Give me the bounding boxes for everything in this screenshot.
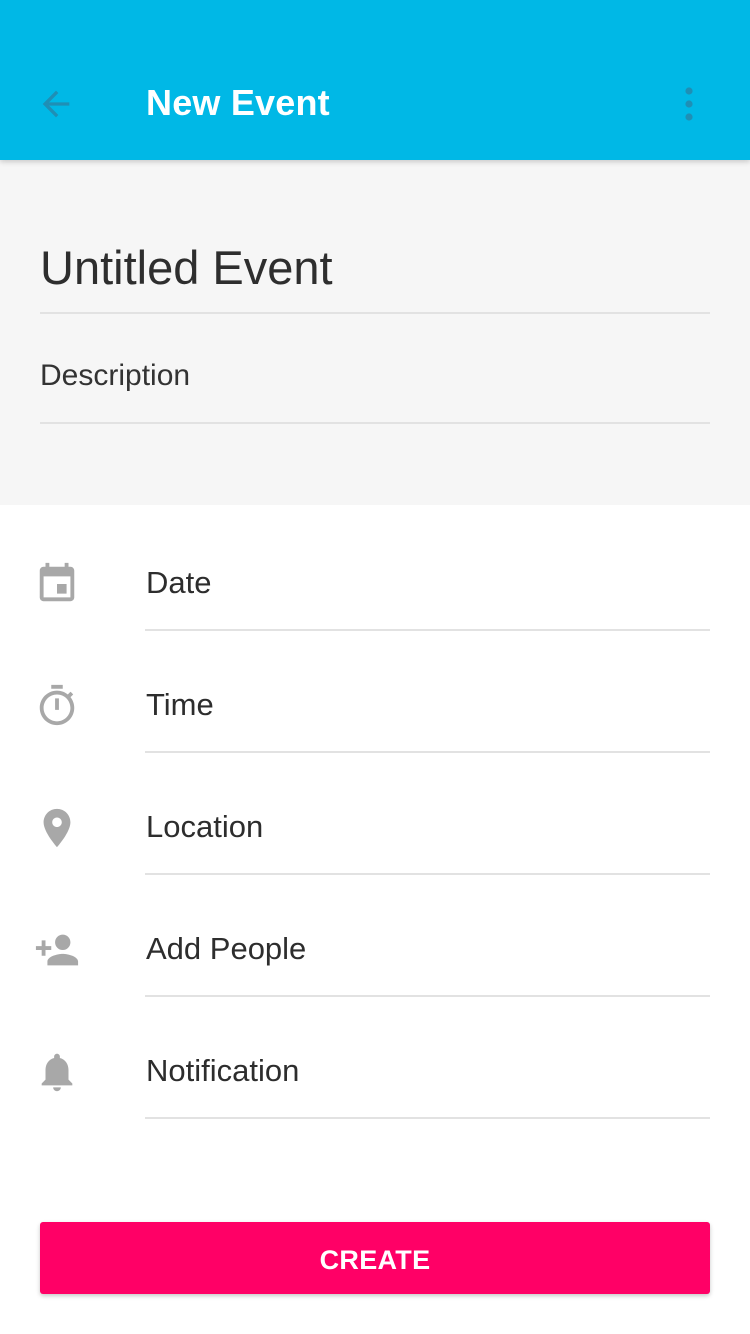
notification-field[interactable]: Notification: [0, 993, 750, 1119]
event-title-value: Untitled Event: [40, 241, 333, 294]
time-field[interactable]: Time: [0, 627, 750, 753]
location-pin-icon: [43, 808, 71, 848]
more-options-button[interactable]: [678, 84, 700, 124]
date-field[interactable]: Date: [0, 505, 750, 631]
more-vertical-icon: [685, 87, 693, 121]
arrow-back-icon: [42, 90, 70, 118]
location-field[interactable]: Location: [0, 749, 750, 875]
page-title: New Event: [146, 82, 330, 123]
event-title-field[interactable]: Untitled Event: [40, 232, 710, 314]
app-bar: New Event: [0, 0, 750, 160]
location-label: Location: [146, 809, 264, 844]
bell-icon: [41, 1053, 73, 1092]
time-label: Time: [146, 687, 214, 722]
timer-icon: [39, 684, 75, 726]
event-header: Untitled Event Description: [0, 160, 750, 505]
add-person-icon: [35, 934, 79, 966]
divider: [145, 1117, 710, 1119]
back-button[interactable]: [36, 84, 76, 124]
add-people-field[interactable]: Add People: [0, 871, 750, 997]
calendar-icon: [39, 562, 75, 602]
notification-label: Notification: [146, 1053, 300, 1088]
event-fields-list: Date Time Location Add People Notificati…: [0, 505, 750, 1119]
description-field[interactable]: Description: [40, 356, 710, 424]
add-people-label: Add People: [146, 931, 307, 966]
create-button[interactable]: CREATE: [40, 1222, 710, 1294]
date-label: Date: [146, 565, 212, 600]
description-label: Description: [40, 359, 191, 392]
